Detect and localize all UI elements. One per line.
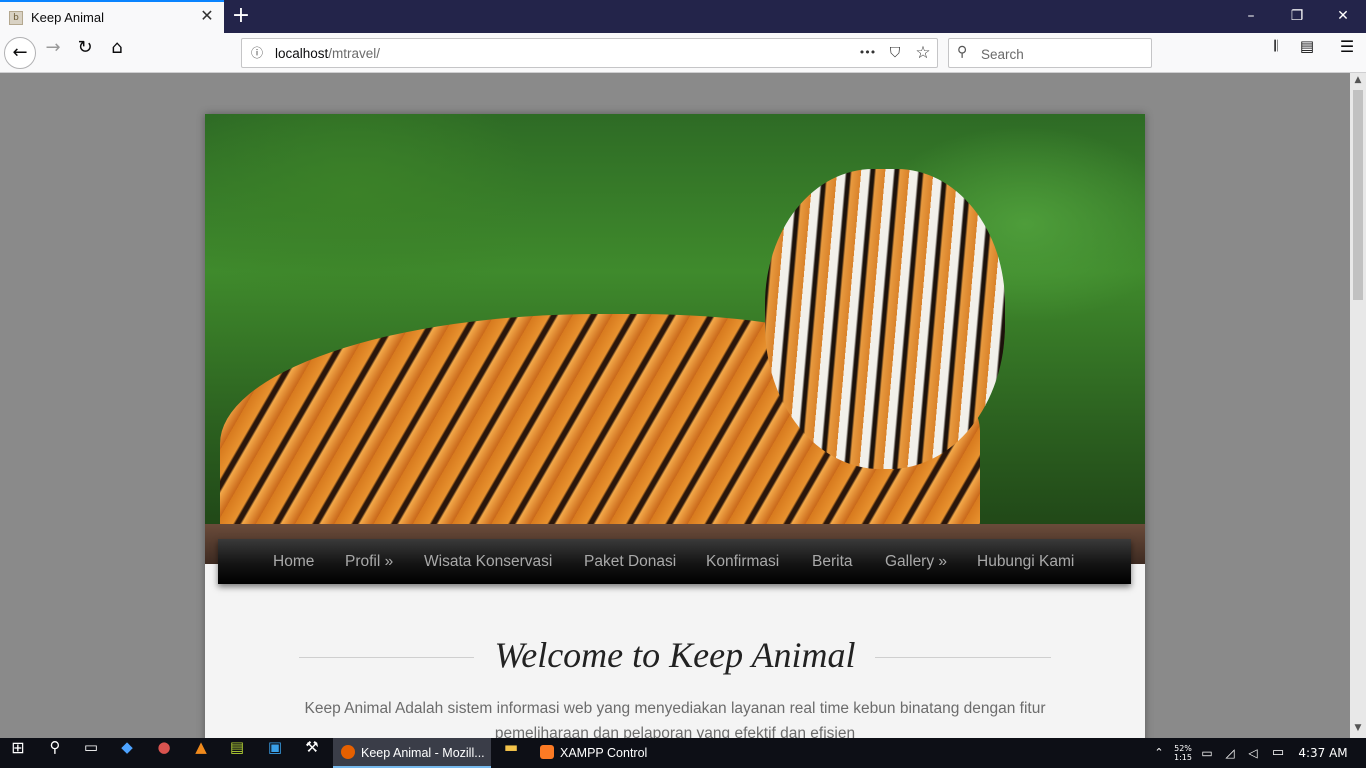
nav-profil[interactable]: Profil » bbox=[345, 539, 393, 584]
url-path: /mtravel/ bbox=[328, 46, 381, 61]
taskbar-app-label: Keep Animal - Mozill... bbox=[361, 746, 485, 760]
site-container: Home Profil » Wisata Konservasi Paket Do… bbox=[205, 114, 1145, 738]
search-input[interactable] bbox=[979, 43, 1143, 65]
volume-icon[interactable]: ◁ bbox=[1244, 738, 1262, 768]
library-icon[interactable]: 𝄃 bbox=[1260, 37, 1292, 69]
close-window-icon[interactable]: ✕ bbox=[1320, 0, 1366, 33]
scrollbar-thumb[interactable] bbox=[1353, 90, 1363, 300]
close-tab-icon[interactable]: ✕ bbox=[198, 7, 216, 25]
show-hidden-icons-icon[interactable]: ⌃ bbox=[1150, 738, 1168, 768]
restore-window-icon[interactable]: ❐ bbox=[1274, 0, 1320, 33]
taskbar-search-icon[interactable]: ⚲ bbox=[38, 738, 72, 768]
nav-home[interactable]: Home bbox=[273, 539, 314, 584]
page-scrollbar[interactable]: ▲ ▼ bbox=[1350, 73, 1366, 738]
battery-icon[interactable]: ▭ bbox=[1198, 738, 1216, 768]
firefox-icon bbox=[341, 745, 355, 759]
back-icon[interactable]: ← bbox=[4, 37, 36, 69]
app-menu-icon[interactable]: ☰ bbox=[1331, 37, 1363, 69]
search-bar[interactable]: ⚲ bbox=[948, 38, 1152, 68]
windows-taskbar: ⊞ ⚲ ▭ ◆ ● ▲ ▤ ▣ ⚒ Keep Animal - Mozill..… bbox=[0, 738, 1366, 768]
new-tab-icon[interactable]: + bbox=[230, 4, 252, 28]
clock[interactable]: 4:37 AM bbox=[1298, 738, 1348, 768]
task-view-icon[interactable]: ▭ bbox=[74, 738, 108, 768]
browser-tab[interactable]: b Keep Animal ✕ bbox=[0, 0, 224, 33]
pinned-app-icon[interactable]: ▣ bbox=[258, 738, 292, 768]
pinned-app-icon[interactable]: ◆ bbox=[110, 738, 144, 768]
tiger-header-image bbox=[205, 114, 1145, 564]
forward-icon[interactable]: → bbox=[37, 37, 69, 69]
page-viewport: Home Profil » Wisata Konservasi Paket Do… bbox=[0, 73, 1350, 738]
vlc-icon[interactable]: ▲ bbox=[184, 738, 218, 768]
battery-readout: 52% 1:15 bbox=[1172, 738, 1194, 768]
notepad-icon[interactable]: ▤ bbox=[220, 738, 254, 768]
url-text[interactable]: localhost/mtravel/ bbox=[275, 46, 380, 61]
minimize-window-icon[interactable]: – bbox=[1228, 0, 1274, 33]
start-windows-icon[interactable]: ⊞ bbox=[0, 738, 36, 768]
taskbar-firefox-window[interactable]: Keep Animal - Mozill... bbox=[333, 738, 491, 768]
title-divider-right bbox=[875, 657, 1051, 658]
xampp-icon bbox=[540, 745, 554, 759]
nav-gallery[interactable]: Gallery » bbox=[885, 539, 947, 584]
pinned-app-icon[interactable]: ⚒ bbox=[295, 738, 329, 768]
home-icon[interactable]: ⌂ bbox=[101, 37, 133, 69]
site-favicon-icon: b bbox=[9, 11, 23, 25]
network-icon[interactable]: ◿ bbox=[1220, 738, 1240, 768]
battery-percent: 52% bbox=[1174, 744, 1192, 753]
scroll-down-icon[interactable]: ▼ bbox=[1350, 723, 1366, 737]
site-description: Keep Animal Adalah sistem informasi web … bbox=[304, 700, 1046, 738]
action-center-icon[interactable]: ▭ bbox=[1268, 738, 1288, 768]
sidebar-icon[interactable]: ▤ bbox=[1291, 37, 1323, 69]
welcome-title: Welcome to Keep Animal bbox=[494, 635, 856, 675]
bookmark-star-icon[interactable]: ☆ bbox=[912, 43, 934, 63]
url-bar[interactable]: ⓘ localhost/mtravel/ ••• ⛉ ☆ bbox=[241, 38, 938, 68]
page-actions-icon[interactable]: ••• bbox=[856, 43, 878, 63]
pinned-app-icon[interactable]: ● bbox=[147, 738, 181, 768]
main-navigation: Home Profil » Wisata Konservasi Paket Do… bbox=[218, 539, 1131, 584]
nav-wisata-konservasi[interactable]: Wisata Konservasi bbox=[424, 539, 552, 584]
reload-icon[interactable]: ↻ bbox=[69, 37, 101, 69]
search-icon: ⚲ bbox=[957, 44, 968, 60]
nav-hubungi-kami[interactable]: Hubungi Kami bbox=[977, 539, 1074, 584]
file-explorer-icon[interactable]: ▬ bbox=[494, 738, 528, 768]
taskbar-xampp-window[interactable]: XAMPP Control Panel... bbox=[532, 738, 692, 768]
tiger-head-shape bbox=[765, 169, 1005, 469]
browser-toolbar: ← → ↻ ⌂ ⓘ localhost/mtravel/ ••• ⛉ ☆ ⚲ 𝄃… bbox=[0, 33, 1366, 73]
scroll-up-icon[interactable]: ▲ bbox=[1350, 75, 1366, 89]
site-info-icon[interactable]: ⓘ bbox=[249, 45, 265, 61]
tab-title: Keep Animal bbox=[31, 10, 104, 25]
taskbar-app-label: XAMPP Control Panel... bbox=[560, 746, 648, 760]
browser-titlebar: b Keep Animal ✕ + – ❐ ✕ bbox=[0, 0, 1366, 33]
battery-time: 1:15 bbox=[1174, 753, 1192, 762]
pocket-icon[interactable]: ⛉ bbox=[884, 43, 906, 63]
nav-paket-donasi[interactable]: Paket Donasi bbox=[584, 539, 676, 584]
nav-konfirmasi[interactable]: Konfirmasi bbox=[706, 539, 779, 584]
nav-berita[interactable]: Berita bbox=[812, 539, 853, 584]
url-host: localhost bbox=[275, 46, 329, 61]
